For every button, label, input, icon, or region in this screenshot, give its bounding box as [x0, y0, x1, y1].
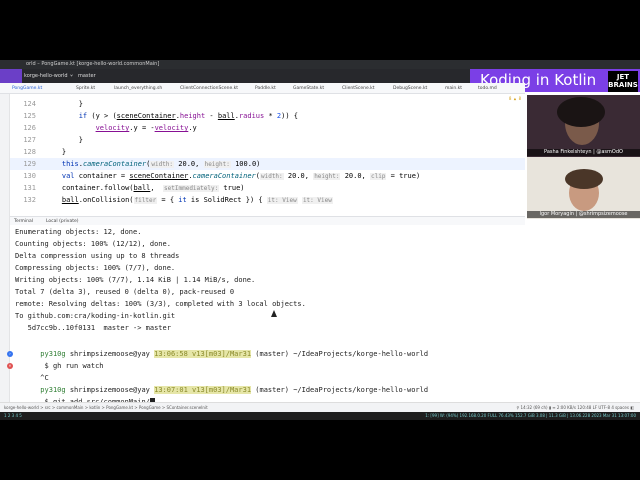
prompt-time: 13:07:01 v13[m03]/Mar31 — [154, 386, 252, 394]
tab-main[interactable]: main.kt — [445, 83, 462, 93]
main-toolbar: korge-hello-world ⑂ master Koding in Kot… — [0, 69, 640, 92]
terminal-line: Counting objects: 100% (12/12), done. — [15, 240, 171, 248]
terminal-line: To github.com:cra/koding-in-kotlin.git — [15, 312, 176, 320]
code-line[interactable]: 126 velocity.y = -velocity.y — [10, 122, 525, 134]
tab-sprite[interactable]: Sprite.kt — [76, 83, 95, 93]
code-line[interactable]: 129 this.cameraContainer(width: 20.0, he… — [10, 158, 525, 170]
terminal-line: Delta compression using up to 8 threads — [15, 252, 180, 260]
prompt-line-2: py310g shrimpsizemoose@yay 13:07:01 v13[… — [15, 372, 428, 394]
window-titlebar: orld – PongGame.kt [korge-hello-world.co… — [0, 60, 640, 69]
code-text: } — [45, 148, 67, 156]
code-line[interactable]: 130 val container = sceneContainer.camer… — [10, 170, 525, 182]
line-number: 127 — [23, 136, 36, 144]
code-text: ball.onCollision(filter = { it is SolidR… — [61, 196, 333, 204]
tab-client-connection-scene[interactable]: ClientConnectionScene.kt — [180, 83, 238, 93]
code-line[interactable]: 131 container.follow(ball, setImmediatel… — [10, 182, 525, 194]
code-line[interactable]: 132 ball.onCollision(filter = { it is So… — [10, 194, 525, 206]
hair-shape — [557, 97, 605, 127]
command-line-1: › $ gh run watch — [7, 348, 104, 370]
status-bar: korge-hello-world > src > commonMain > k… — [0, 402, 640, 412]
webcam-igor: Igor Moryagin | @shrimpsizemoose — [527, 157, 640, 219]
code-text: if (y > (sceneContainer.height - ball.ra… — [78, 112, 298, 120]
tab-paddle[interactable]: Paddle.kt — [255, 83, 276, 93]
terminal-line: remote: Resolving deltas: 100% (3/3), co… — [15, 300, 306, 308]
line-number: 124 — [23, 100, 36, 108]
terminal-output[interactable]: py310g shrimpsizemoose@yay 13:06:58 v13[… — [7, 225, 630, 407]
code-line[interactable]: 125 if (y > (sceneContainer.height - bal… — [10, 110, 525, 122]
system-taskbar: 1 2 3 4 5 1: [99] W: (94%) 192.168.0.20 … — [0, 412, 640, 420]
code-text: } — [45, 136, 83, 144]
mouse-pointer-icon — [271, 310, 277, 317]
jetbrains-logo: JET BRAINS — [608, 71, 638, 92]
branch-selector[interactable]: master — [78, 69, 96, 83]
code-editor[interactable]: 8 ▲ 8 124 } 125 if (y > (sceneContainer.h… — [10, 94, 525, 216]
line-number: 131 — [23, 184, 36, 192]
screen: orld – PongGame.kt [korge-hello-world.co… — [0, 60, 640, 420]
command-line-2[interactable]: $ git add src/commonMain/ — [15, 384, 155, 407]
prompt-path: (master) ~/IdeaProjects/korge-hello-worl… — [251, 386, 429, 394]
command-output-line: × ^C — [7, 360, 49, 382]
command-marker-icon: › — [7, 351, 13, 357]
terminal-line: Total 7 (delta 3), reused 0 (delta 0), p… — [15, 288, 235, 296]
code-text: velocity.y = -velocity.y — [95, 124, 197, 132]
tab-debugscene[interactable]: DebugScene.kt — [393, 83, 427, 93]
webcam-name-label: Pasha Finkelshteyn | @asmOdO — [527, 149, 640, 156]
webcam-name-label: Igor Moryagin | @shrimpsizemoose — [527, 211, 640, 218]
project-selector[interactable]: korge-hello-world — [24, 69, 68, 83]
workspace-list[interactable]: 1 2 3 4 5 — [4, 412, 22, 420]
terminal-line: Compressing objects: 100% (7/7), done. — [15, 264, 176, 272]
line-number: 125 — [23, 112, 36, 120]
jetbrains-logo-line1: JET — [616, 73, 630, 81]
code-text: } — [45, 100, 83, 108]
line-number: 128 — [23, 148, 36, 156]
system-status-text: 1: [99] W: (94%) 192.168.0.20 FULL 76.43… — [425, 413, 636, 418]
window-title: orld – PongGame.kt [korge-hello-world.co… — [26, 61, 160, 67]
tab-gamestate[interactable]: GameState.kt — [293, 83, 324, 93]
error-marker-icon: × — [7, 363, 13, 369]
jetbrains-logo-line2: BRAINS — [608, 81, 638, 89]
tab-clientscene[interactable]: ClientScene.kt — [342, 83, 375, 93]
terminal-tabs: Terminal Local (private) — [10, 216, 525, 227]
terminal-line: 5d7cc9b..10f0131 master -> master — [15, 324, 171, 332]
command-text: $ gh run watch — [40, 362, 104, 370]
terminal-line: Enumerating objects: 12, done. — [15, 228, 142, 236]
branch-icon: ⑂ — [70, 73, 74, 79]
code-line[interactable]: 127 } — [10, 134, 525, 146]
editor-tabs: PongGame.kt Sprite.kt launch_everything.… — [0, 83, 525, 94]
terminal-line: Writing objects: 100% (7/7), 1.14 KiB | … — [15, 276, 256, 284]
prompt-line-1: py310g shrimpsizemoose@yay 13:06:58 v13[… — [15, 336, 428, 358]
tab-todo[interactable]: todo.md — [478, 83, 497, 93]
webcam-pasha: Pasha Finkelshteyn | @asmOdO — [527, 95, 640, 157]
prompt-time: 13:06:58 v13[m03]/Mar31 — [154, 350, 252, 358]
line-number: 132 — [23, 196, 36, 204]
line-number: 129 — [23, 160, 36, 168]
line-number: 126 — [23, 124, 36, 132]
code-line[interactable]: 124 } — [10, 98, 525, 110]
prompt-path: (master) ~/IdeaProjects/korge-hello-worl… — [251, 350, 429, 358]
tab-ponggame[interactable]: PongGame.kt — [12, 83, 42, 93]
tab-launch-everything[interactable]: launch_everything.sh — [114, 83, 162, 93]
line-number: 130 — [23, 172, 36, 180]
code-line[interactable]: 128 } — [10, 146, 525, 158]
hair-shape — [565, 169, 603, 189]
